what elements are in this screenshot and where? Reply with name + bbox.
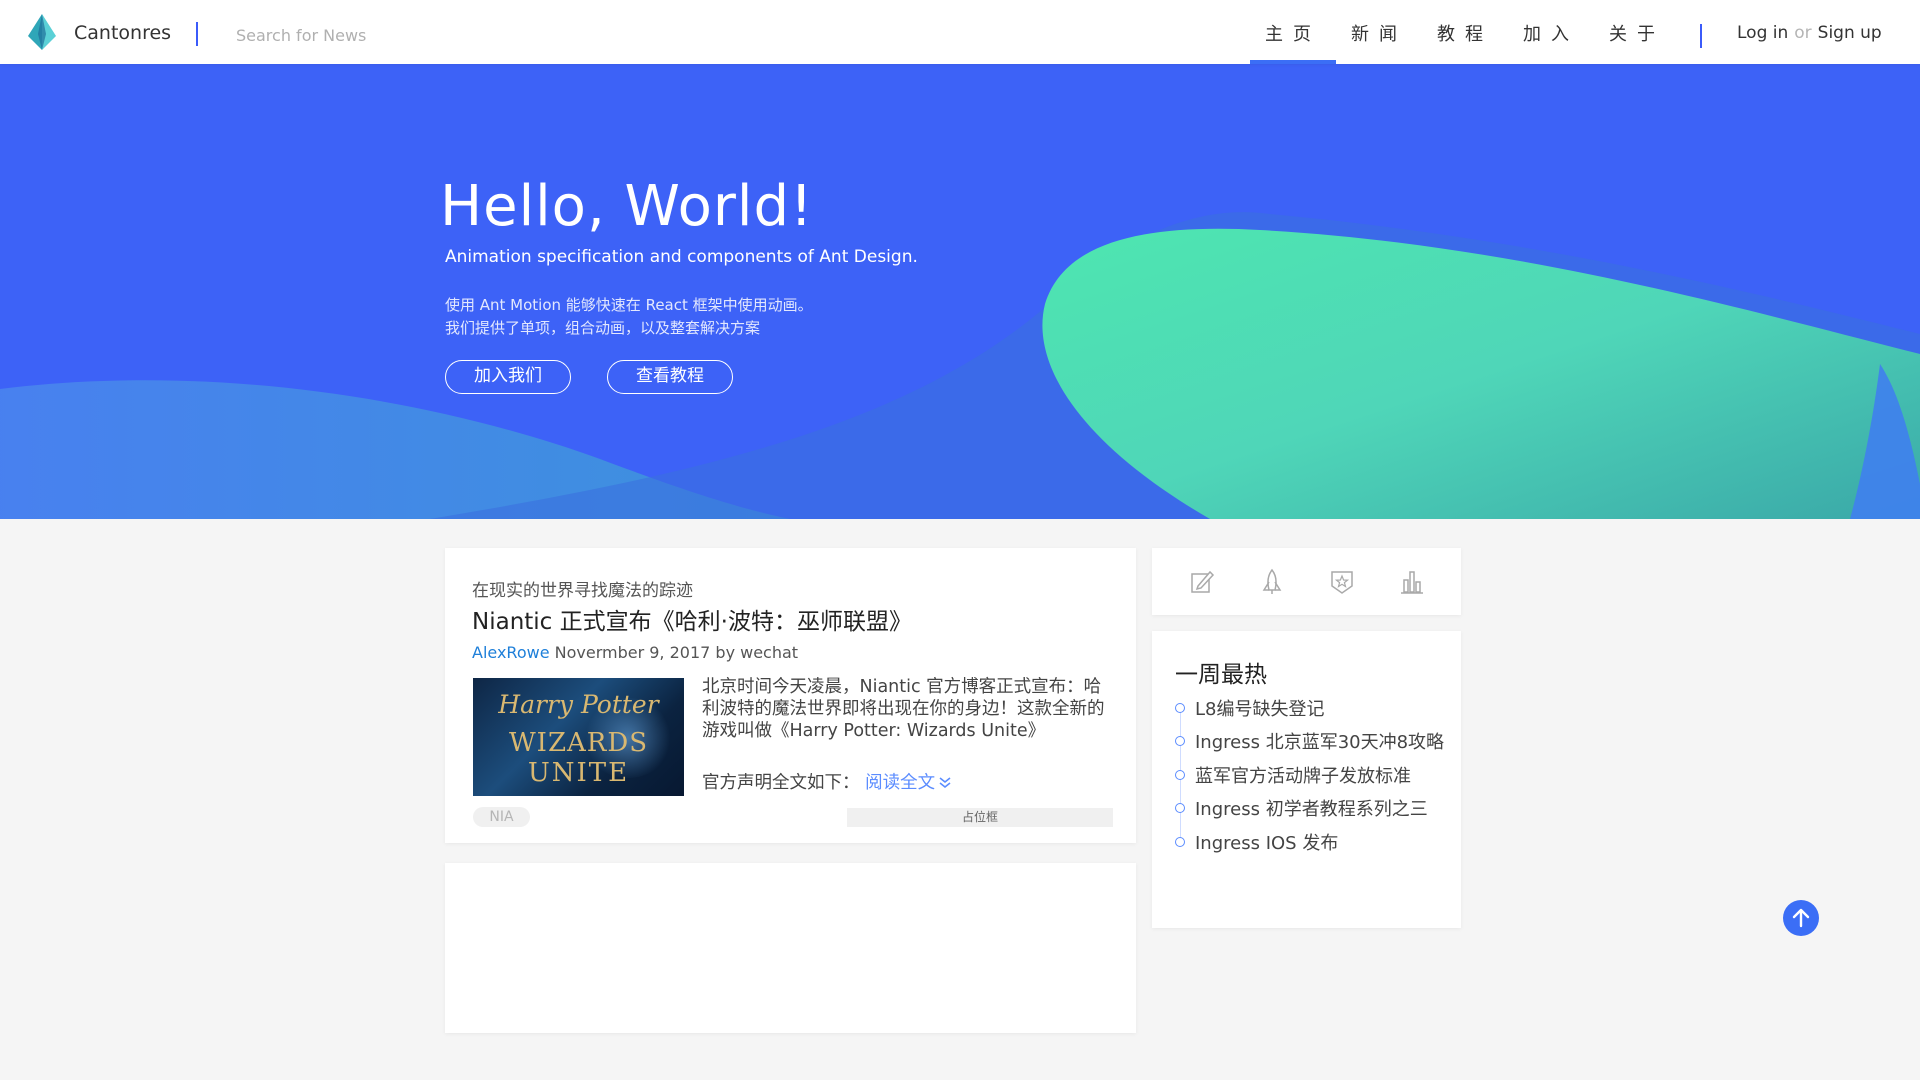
- sidebar-icon-bar: [1152, 548, 1461, 615]
- hero-description: 使用 Ant Motion 能够快速在 React 框架中使用动画。 我们提供了…: [445, 294, 813, 340]
- article-card: 在现实的世界寻找魔法的踪迹 Niantic 正式宣布《哈利·波特：巫师联盟》 A…: [445, 548, 1136, 843]
- hero-description-line: 使用 Ant Motion 能够快速在 React 框架中使用动画。: [445, 296, 813, 314]
- top-header: Cantonres 主页 新闻 教程 加入 关于 Log in or Sign up: [0, 0, 1920, 64]
- weekly-hot-card: 一周最热 L8编号缺失登记 Ingress 北京蓝军30天冲8攻略 蓝军官方活动…: [1152, 631, 1461, 928]
- hot-list-item-label: Ingress 初学者教程系列之三: [1195, 799, 1428, 820]
- brand-name[interactable]: Cantonres: [74, 22, 171, 44]
- read-more-link[interactable]: 阅读全文: [865, 773, 953, 793]
- nav-item-join[interactable]: 加入: [1508, 0, 1594, 64]
- hot-list-item-label: Ingress IOS 发布: [1195, 833, 1339, 854]
- article-title[interactable]: Niantic 正式宣布《哈利·波特：巫师联盟》: [472, 602, 912, 636]
- header-divider: [196, 22, 198, 46]
- article-official-line: 官方声明全文如下： 阅读全文: [702, 769, 953, 794]
- nav-item-about[interactable]: 关于: [1594, 0, 1680, 64]
- article-meta: AlexRowe Novermber 9, 2017 by wechat: [472, 643, 798, 662]
- join-us-button[interactable]: 加入我们: [445, 360, 571, 394]
- timeline-dot-icon: [1175, 770, 1185, 780]
- hot-list-item-label: Ingress 北京蓝军30天冲8攻略: [1195, 732, 1445, 753]
- timeline-dot-icon: [1175, 703, 1185, 713]
- view-tutorial-button[interactable]: 查看教程: [607, 360, 733, 394]
- bar-chart-icon[interactable]: [1398, 568, 1426, 596]
- header-divider: [1700, 24, 1702, 48]
- read-more-label: 阅读全文: [865, 773, 936, 793]
- hero-wave-background: [0, 212, 1920, 519]
- placeholder-box: 占位框: [847, 808, 1113, 827]
- nav-item-news[interactable]: 新闻: [1336, 0, 1422, 64]
- edit-icon[interactable]: [1188, 568, 1216, 596]
- timeline-dot-icon: [1175, 803, 1185, 813]
- nav-item-tutorials[interactable]: 教程: [1422, 0, 1508, 64]
- nav-item-home[interactable]: 主页: [1250, 0, 1336, 64]
- article-author-link[interactable]: AlexRowe: [472, 643, 550, 662]
- thumbnail-logo-text: Harry Potter: [498, 690, 659, 719]
- back-to-top-button[interactable]: [1783, 900, 1819, 936]
- search-input[interactable]: [236, 22, 476, 48]
- auth-links: Log in or Sign up: [1737, 23, 1882, 43]
- star-shield-icon[interactable]: [1328, 568, 1356, 596]
- double-chevron-down-icon: [939, 777, 951, 789]
- weekly-hot-title: 一周最热: [1175, 662, 1267, 688]
- hero-banner: Hello, World! Animation specification an…: [0, 64, 1920, 519]
- hero-title: Hello, World!: [440, 174, 814, 239]
- thumbnail-logo-text: UNITE: [527, 758, 630, 788]
- article-excerpt: 北京时间今天凌晨，Niantic 官方博客正式宣布：哈利波特的魔法世界即将出现在…: [702, 677, 1105, 741]
- hot-list-item-label: L8编号缺失登记: [1195, 699, 1325, 720]
- timeline-dot-icon: [1175, 837, 1185, 847]
- rocket-icon[interactable]: [1258, 568, 1286, 596]
- auth-or-text: or: [1794, 23, 1812, 43]
- signup-link[interactable]: Sign up: [1818, 23, 1882, 43]
- cantonres-logo-icon[interactable]: [24, 12, 60, 52]
- arrow-up-icon: [1792, 908, 1810, 928]
- article-tag[interactable]: NIA: [473, 807, 530, 827]
- timeline-dot-icon: [1175, 736, 1185, 746]
- article-date-source: Novermber 9, 2017 by wechat: [549, 643, 799, 662]
- article-thumbnail[interactable]: Harry Potter WIZARDS UNITE: [473, 678, 684, 796]
- hero-subtitle: Animation specification and components o…: [445, 247, 918, 267]
- login-link[interactable]: Log in: [1737, 23, 1788, 43]
- hero-description-line: 我们提供了单项，组合动画，以及整套解决方案: [445, 319, 761, 337]
- empty-article-card: [445, 863, 1136, 1033]
- thumbnail-logo-text: WIZARDS: [508, 728, 649, 758]
- main-nav: 主页 新闻 教程 加入 关于: [1250, 0, 1680, 64]
- article-official-label: 官方声明全文如下：: [702, 773, 860, 793]
- article-kicker: 在现实的世界寻找魔法的踪迹: [472, 581, 693, 601]
- hot-list-item-label: 蓝军官方活动牌子发放标准: [1195, 766, 1411, 787]
